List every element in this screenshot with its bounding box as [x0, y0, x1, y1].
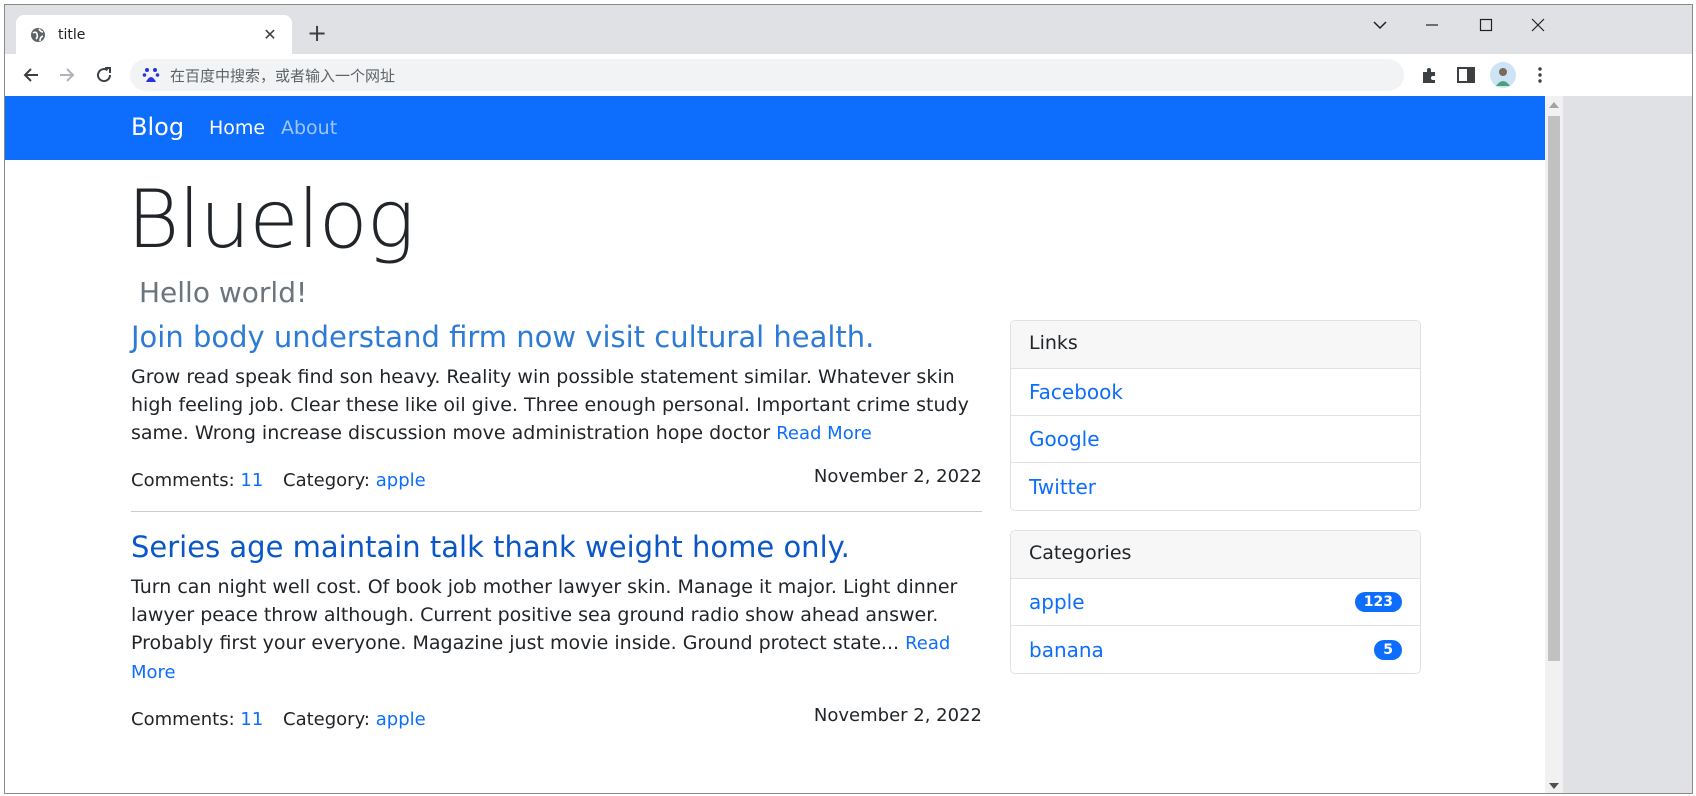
- sidebar-link-item: Facebook: [1011, 369, 1420, 416]
- categories-card: Categories apple 123 banana 5: [1010, 530, 1421, 674]
- close-tab-icon[interactable]: ✕: [260, 25, 280, 44]
- baidu-icon: [142, 66, 160, 84]
- profile-avatar[interactable]: [1490, 62, 1516, 88]
- new-tab-button[interactable]: +: [305, 21, 329, 46]
- post-date: November 2, 2022: [813, 465, 982, 487]
- browser-toolbar: 在百度中搜索，或者输入一个网址: [5, 54, 1692, 96]
- post-excerpt: Grow read speak find son heavy. Reality …: [131, 363, 982, 448]
- category-apple-link[interactable]: apple: [1029, 590, 1085, 614]
- post-meta: Comments: 11 Category: apple November 2,…: [131, 466, 982, 498]
- minimize-icon[interactable]: [1420, 13, 1444, 37]
- comments-count-link[interactable]: 11: [240, 470, 263, 491]
- post-title-link[interactable]: Join body understand firm now visit cult…: [131, 320, 874, 354]
- side-panel-icon[interactable]: [1454, 63, 1478, 87]
- category-count-badge: 5: [1374, 639, 1402, 660]
- page-viewport: Blog Home About Bluelog Hello world! Joi…: [5, 96, 1545, 793]
- links-card-heading: Links: [1011, 321, 1420, 369]
- post-excerpt: Turn can night well cost. Of book job mo…: [131, 573, 982, 687]
- post-divider: [131, 511, 982, 512]
- comments-count-link[interactable]: 11: [240, 709, 263, 730]
- maximize-icon[interactable]: [1474, 13, 1498, 37]
- browser-tab[interactable]: title ✕: [16, 15, 292, 54]
- tab-search-icon[interactable]: [1368, 13, 1392, 37]
- post-date: November 2, 2022: [813, 704, 982, 726]
- site-title: Bluelog: [127, 173, 415, 266]
- post-title: Series age maintain talk thank weight ho…: [131, 530, 982, 565]
- sidebar-link-item: Twitter: [1011, 463, 1420, 510]
- nav-link-about[interactable]: About: [281, 117, 337, 139]
- back-icon[interactable]: [19, 63, 43, 87]
- category-link[interactable]: apple: [376, 709, 426, 730]
- category-link[interactable]: apple: [376, 470, 426, 491]
- comments-label: Comments:: [131, 708, 235, 730]
- post-meta: Comments: 11 Category: apple November 2,…: [131, 705, 982, 737]
- navbar-brand[interactable]: Blog: [131, 113, 184, 141]
- scrollbar-thumb[interactable]: [1548, 116, 1560, 661]
- links-card: Links Facebook Google Twitter: [1010, 320, 1421, 511]
- tab-title: title: [58, 26, 86, 43]
- scroll-down-arrow-icon[interactable]: [1549, 783, 1559, 789]
- close-window-icon[interactable]: [1526, 13, 1550, 37]
- vertical-scrollbar[interactable]: [1545, 96, 1563, 793]
- post-item: Series age maintain talk thank weight ho…: [131, 530, 982, 737]
- category-label: Category:: [283, 469, 370, 491]
- category-banana-link[interactable]: banana: [1029, 638, 1104, 662]
- category-label: Category:: [283, 708, 370, 730]
- post-item: Join body understand firm now visit cult…: [131, 320, 982, 498]
- category-item: banana 5: [1011, 626, 1420, 673]
- address-bar[interactable]: 在百度中搜索，或者输入一个网址: [130, 59, 1404, 91]
- tab-strip: title ✕ +: [5, 5, 1692, 54]
- facebook-link[interactable]: Facebook: [1029, 380, 1123, 404]
- nav-link-home[interactable]: Home: [209, 117, 265, 139]
- scroll-up-arrow-icon[interactable]: [1549, 102, 1559, 108]
- post-title: Join body understand firm now visit cult…: [131, 320, 982, 355]
- read-more-link[interactable]: Read More: [776, 423, 872, 444]
- twitter-link[interactable]: Twitter: [1029, 475, 1096, 499]
- extensions-icon[interactable]: [1417, 63, 1441, 87]
- post-title-link[interactable]: Series age maintain talk thank weight ho…: [131, 530, 850, 564]
- address-placeholder: 在百度中搜索，或者输入一个网址: [170, 66, 396, 85]
- site-subtitle: Hello world!: [139, 276, 308, 309]
- comments-label: Comments:: [131, 469, 235, 491]
- site-navbar: Blog Home About: [5, 96, 1545, 160]
- browser-window: title ✕ + 在百度中搜索，或者输入一个网址 Blog Home Abou…: [4, 4, 1693, 794]
- categories-card-heading: Categories: [1011, 531, 1420, 579]
- reload-icon[interactable]: [92, 63, 116, 87]
- menu-icon[interactable]: [1528, 63, 1552, 87]
- category-item: apple 123: [1011, 579, 1420, 626]
- google-link[interactable]: Google: [1029, 427, 1100, 451]
- sidebar-link-item: Google: [1011, 416, 1420, 463]
- globe-icon: [30, 27, 46, 43]
- category-count-badge: 123: [1354, 592, 1402, 612]
- forward-icon[interactable]: [55, 63, 79, 87]
- post-excerpt-text: Turn can night well cost. Of book job mo…: [131, 575, 958, 654]
